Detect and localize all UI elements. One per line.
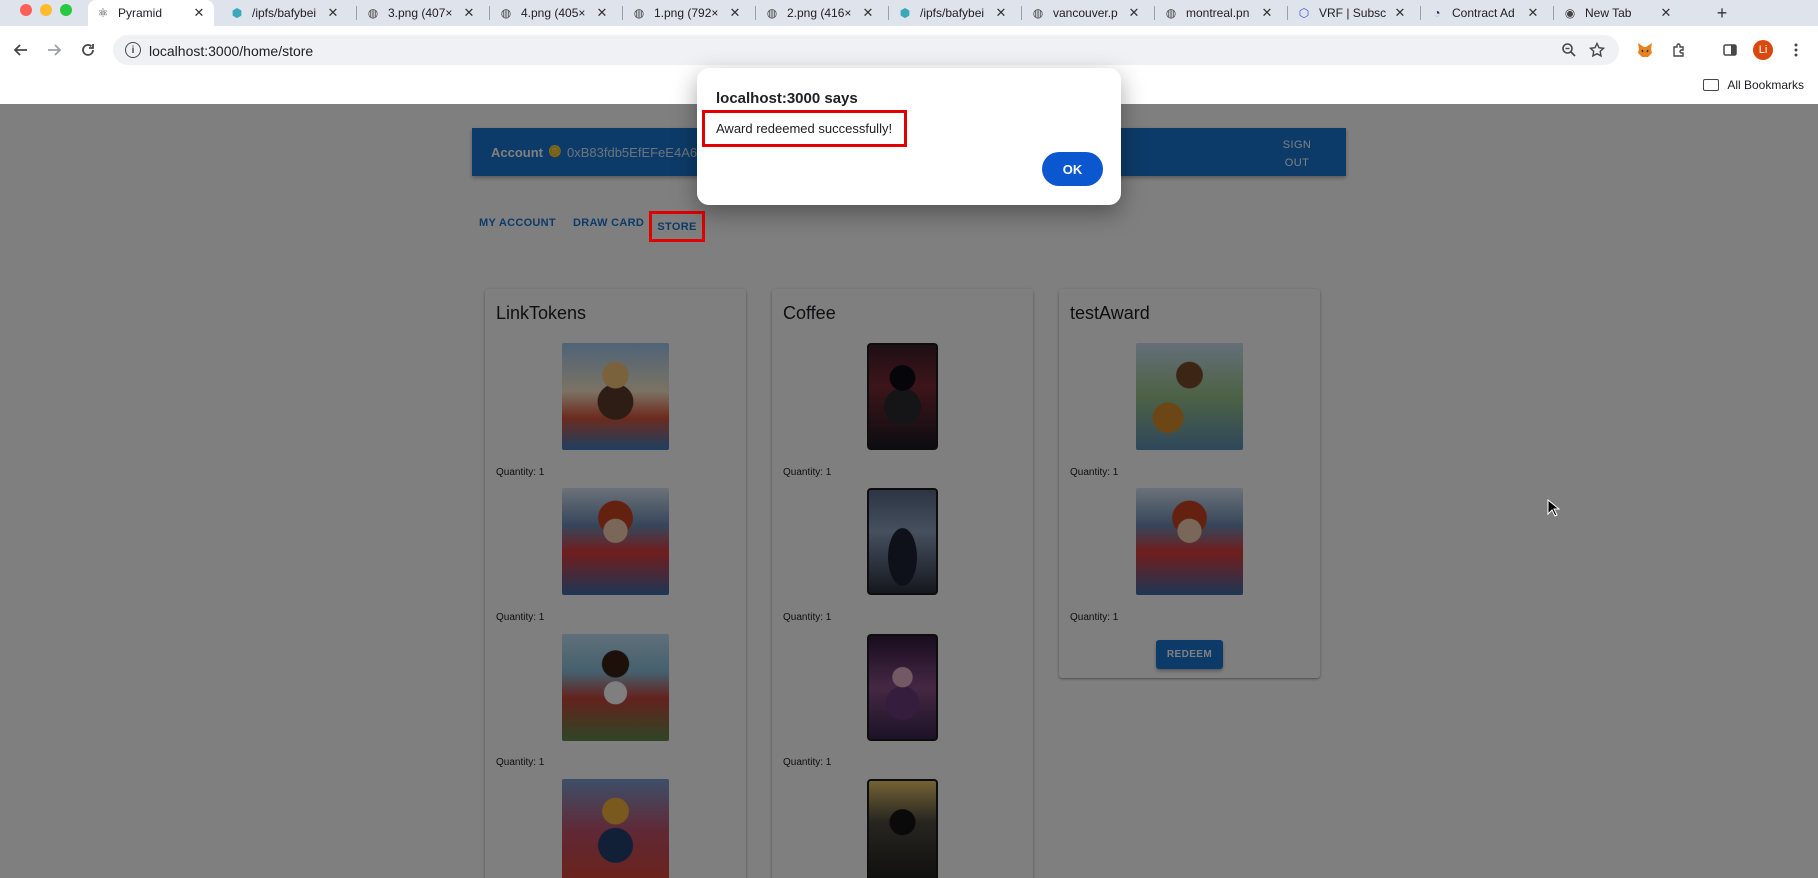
tab-separator [755,6,756,20]
bookmark-star-icon[interactable] [1585,38,1609,62]
tab-separator [1021,6,1022,20]
close-tab-icon[interactable]: ✕ [728,5,742,20]
tab-pyramid[interactable]: ⚛ Pyramid ✕ [88,0,214,26]
kebab-menu-icon[interactable] [1784,38,1808,62]
close-tab-icon[interactable]: ✕ [1127,5,1141,20]
new-tab-plus-icon[interactable]: + [1712,0,1732,26]
site-info-icon[interactable]: i [125,42,141,58]
browser-toolbar: i localhost:3000/home/store Li [0,26,1818,73]
alert-message: Award redeemed successfully! [702,110,907,147]
tab-3png[interactable]: ◍ 3.png (407× ✕ [358,0,484,26]
globe-icon: ◍ [633,6,645,20]
minimize-window-button[interactable] [40,4,52,16]
tab-montreal[interactable]: ◍ montreal.pn ✕ [1156,0,1282,26]
tab-strip: ⚛ Pyramid ✕ ⬢ /ipfs/bafybei ✕ ◍ 3.png (4… [0,0,1818,26]
close-tab-icon[interactable]: ✕ [1659,5,1673,20]
profile-avatar[interactable]: Li [1753,40,1773,60]
alert-ok-button[interactable]: OK [1042,152,1103,186]
tab-separator [1420,6,1421,20]
reload-icon[interactable] [76,38,100,62]
close-tab-icon[interactable]: ✕ [1526,5,1540,20]
tab-separator [1553,6,1554,20]
tab-ipfs-2[interactable]: ⬢ /ipfs/bafybei ✕ [890,0,1016,26]
side-panel-icon[interactable] [1718,38,1742,62]
ipfs-cube-icon: ⬢ [231,6,243,20]
all-bookmarks-button[interactable]: All Bookmarks [1703,78,1804,92]
tab-separator [1287,6,1288,20]
close-tab-icon[interactable]: ✕ [192,5,206,20]
globe-icon: ◍ [367,6,379,20]
alert-title: localhost:3000 says [716,90,858,107]
modal-overlay [0,104,1818,878]
all-bookmarks-label: All Bookmarks [1727,78,1804,92]
chainlink-hex-icon: ⬡ [1298,6,1310,20]
maximize-window-button[interactable] [60,4,72,16]
close-tab-icon[interactable]: ✕ [1393,5,1407,20]
tab-1png[interactable]: ◍ 1.png (792× ✕ [624,0,750,26]
forward-arrow-icon[interactable] [42,38,66,62]
tab-separator [888,6,889,20]
globe-icon: ◍ [500,6,512,20]
metamask-fox-icon[interactable] [1633,38,1657,62]
tab-new-tab[interactable]: ◉ New Tab ✕ [1555,0,1681,26]
zoom-icon[interactable] [1557,38,1581,62]
tab-vrf[interactable]: ⬡ VRF | Subsc ✕ [1289,0,1415,26]
chrome-icon: ◉ [1564,6,1576,20]
close-tab-icon[interactable]: ✕ [326,5,340,20]
address-bar[interactable]: i localhost:3000/home/store [113,35,1619,65]
url-text: localhost:3000/home/store [149,43,314,59]
globe-icon: ◍ [766,6,778,20]
tab-separator [622,6,623,20]
ipfs-cube-icon: ⬢ [899,6,911,20]
tab-separator [1154,6,1155,20]
tab-vancouver[interactable]: ◍ vancouver.p ✕ [1023,0,1149,26]
extensions-puzzle-icon[interactable] [1667,38,1691,62]
close-tab-icon[interactable]: ✕ [994,5,1008,20]
tab-contract[interactable]: ◔ Contract Ad ✕ [1422,0,1548,26]
globe-icon: ◍ [1165,6,1177,20]
tab-4png[interactable]: ◍ 4.png (405× ✕ [491,0,617,26]
tab-2png[interactable]: ◍ 2.png (416× ✕ [757,0,883,26]
etherscan-icon: ◔ [1433,6,1441,20]
close-tab-icon[interactable]: ✕ [1260,5,1274,20]
close-tab-icon[interactable]: ✕ [462,5,476,20]
close-window-button[interactable] [20,4,32,16]
close-tab-icon[interactable]: ✕ [595,5,609,20]
tab-ipfs-1[interactable]: ⬢ /ipfs/bafybei ✕ [222,0,348,26]
back-arrow-icon[interactable] [9,38,33,62]
alert-dialog: localhost:3000 says Award redeemed succe… [697,68,1121,205]
folder-icon [1703,79,1720,91]
close-tab-icon[interactable]: ✕ [861,5,875,20]
tab-separator [356,6,357,20]
tab-separator [489,6,490,20]
globe-icon: ◍ [1032,6,1044,20]
react-icon: ⚛ [97,6,109,20]
nav-store[interactable]: STORE [649,211,705,242]
